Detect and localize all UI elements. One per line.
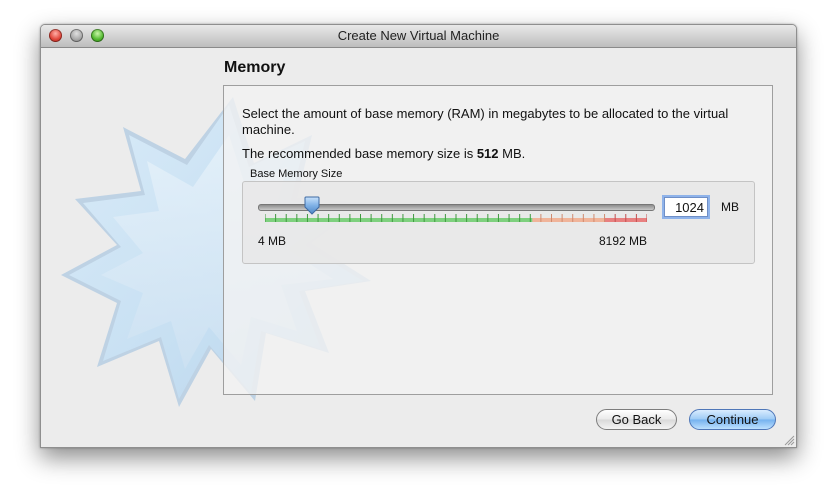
content-panel: Select the amount of base memory (RAM) i… [223, 85, 773, 395]
memory-value-input[interactable] [664, 197, 708, 217]
page-heading: Memory [224, 59, 286, 76]
recommended-prefix: The recommended base memory size is [242, 146, 474, 161]
description-text: Select the amount of base memory (RAM) i… [242, 106, 729, 137]
base-memory-group: 4 MB 8192 MB MB [242, 181, 755, 264]
memory-unit-label: MB [721, 200, 739, 214]
recommended-unit: MB. [502, 146, 526, 161]
recommended-memory-text: The recommended base memory size is 512 … [242, 146, 525, 161]
go-back-button[interactable]: Go Back [596, 409, 677, 430]
base-memory-group-label: Base Memory Size [250, 168, 343, 180]
continue-button[interactable]: Continue [689, 409, 776, 430]
memory-slider-ticks [265, 214, 647, 222]
title-bar[interactable]: Create New Virtual Machine [41, 25, 796, 48]
memory-min-label: 4 MB [258, 234, 287, 248]
resize-grip-icon[interactable] [783, 434, 795, 446]
window-title: Create New Virtual Machine [337, 28, 500, 43]
create-vm-window: Create New Virtual Machine Memory Select… [40, 24, 797, 448]
slider-zone-bar [265, 218, 533, 222]
memory-max-label: 8192 MB [599, 234, 648, 248]
recommended-value: 512 [476, 146, 499, 161]
memory-slider-thumb[interactable] [304, 196, 320, 215]
